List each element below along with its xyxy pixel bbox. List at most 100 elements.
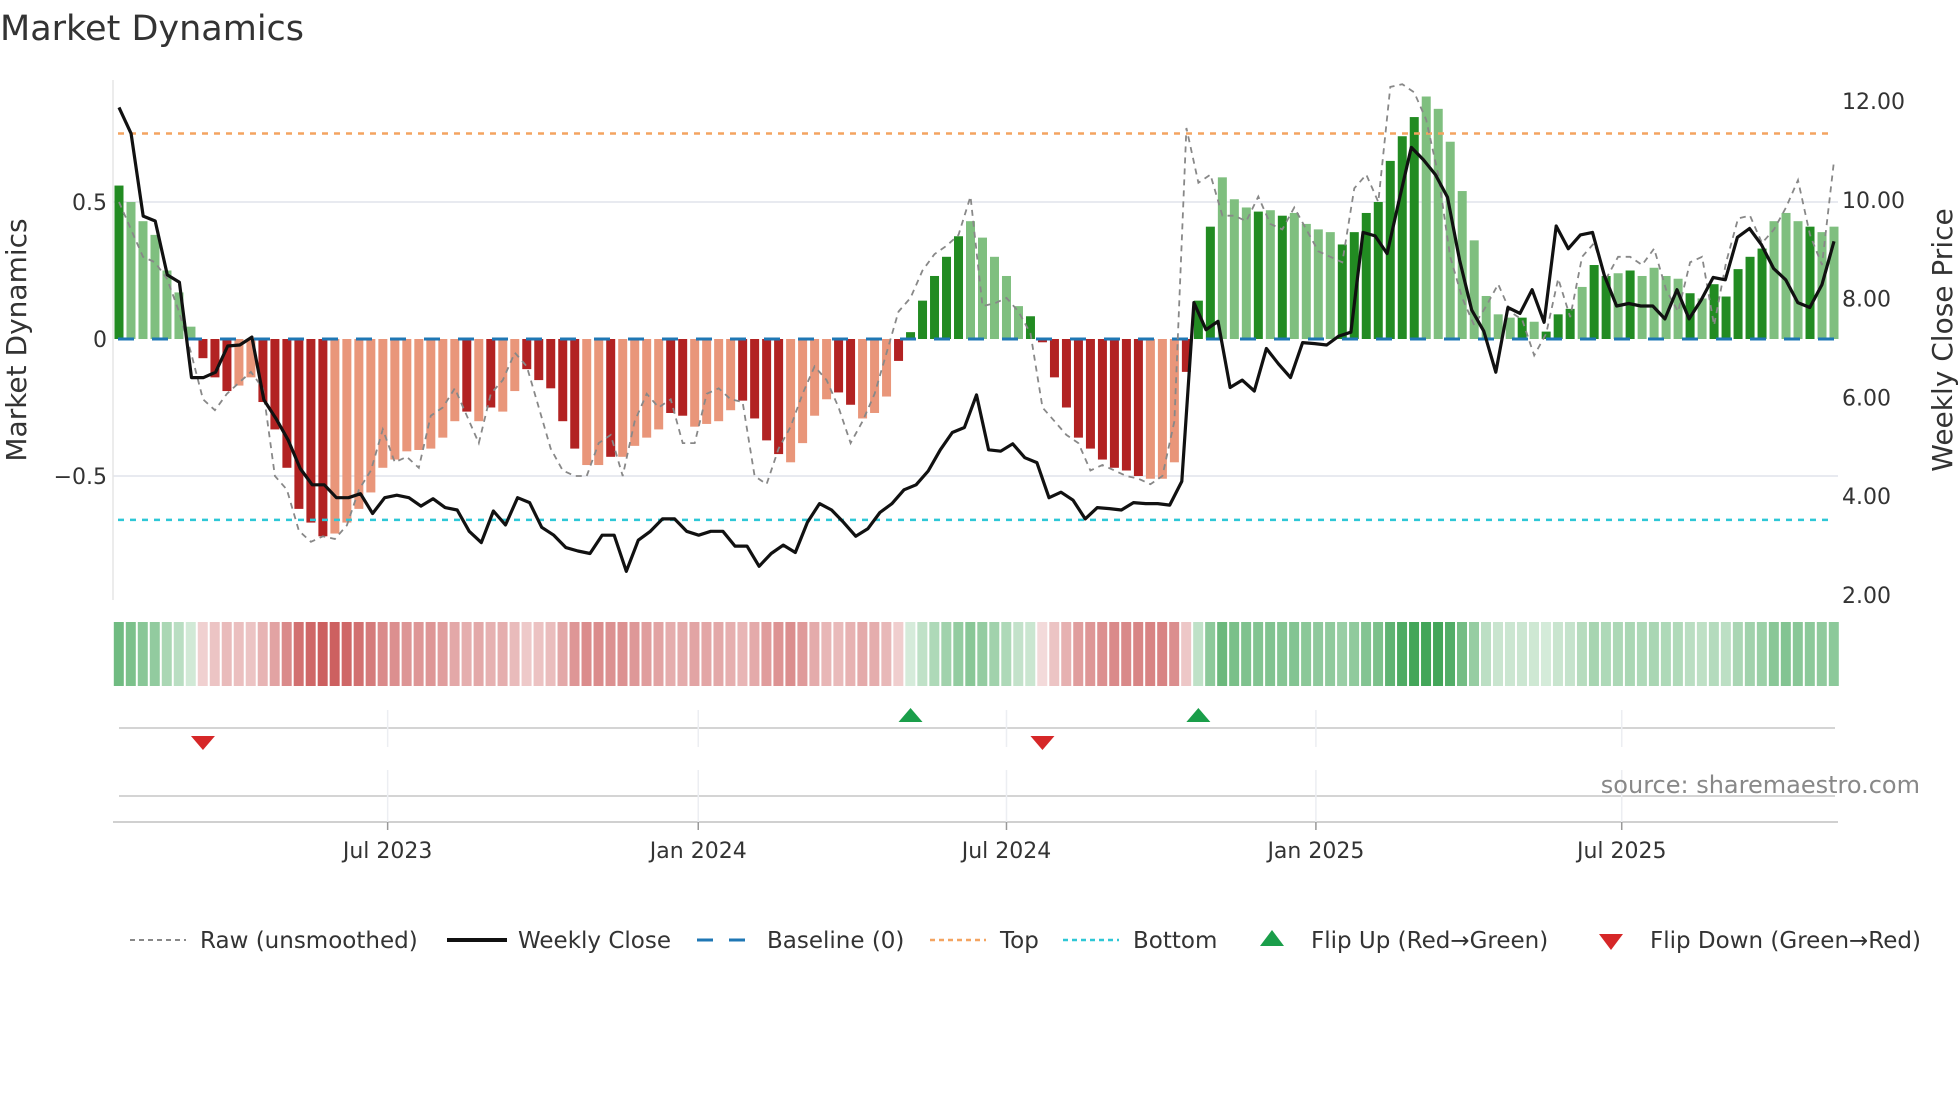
heat-cell [413,622,424,686]
dynamics-bar [1793,221,1803,339]
heat-cell [845,622,856,686]
heat-cell [1121,622,1132,686]
y2-tick-label: 12.00 [1842,90,1905,115]
heat-cell [1409,622,1420,686]
dynamics-bar [977,237,987,339]
dynamics-bar [834,339,844,393]
raw-line [118,83,1835,543]
dynamics-bar [750,339,760,419]
legend: Raw (unsmoothed) Weekly Close Baseline (0)… [130,928,1921,954]
heat-cell [1636,622,1647,686]
dynamics-bar [1529,321,1539,339]
heat-cell [881,622,892,686]
dynamics-bar [822,339,832,400]
heat-cell [1421,622,1432,686]
heat-cell [653,622,664,686]
heat-cell [1445,622,1456,686]
heat-cell [941,622,952,686]
heat-cell [1469,622,1480,686]
heat-cell [293,622,304,686]
dynamics-bar [426,339,436,449]
dynamics-bar [726,339,736,411]
y-tick-label: 0 [93,328,107,353]
dynamics-bar [702,339,712,424]
legend-label: Raw (unsmoothed) [200,928,418,954]
dynamics-bar [1001,275,1011,339]
heat-cell [377,622,388,686]
legend-label: Baseline (0) [767,928,904,954]
heat-cell [1133,622,1144,686]
y2-tick-label: 8.00 [1842,288,1891,313]
dynamics-bar [1121,339,1131,471]
dynamics-bar [582,339,592,466]
y-tick-label: 0.5 [72,191,107,216]
dynamics-bar [1085,339,1095,449]
heat-cell [1457,622,1468,686]
heat-cell [173,622,184,686]
heat-cell [281,622,292,686]
heat-cell [437,622,448,686]
y2-tick-label: 6.00 [1842,386,1891,411]
dynamics-bar [966,221,976,339]
heat-cell [1181,622,1192,686]
dynamics-bar [522,339,532,370]
heat-cell [533,622,544,686]
heat-cell [1720,622,1731,686]
heat-cell [353,622,364,686]
heat-cell [1025,622,1036,686]
heat-cell [905,622,916,686]
heat-cell [581,622,592,686]
heat-cell [1349,622,1360,686]
dynamics-bar [1253,211,1263,339]
dynamics-bar [1013,306,1023,339]
heat-cell [773,622,784,686]
market-dynamics-chart: Market Dynamics 0.5 0 −0.5 12.00 10.00 8.00 6.… [0,9,1959,954]
heat-cell [125,622,136,686]
heat-cell [605,622,616,686]
heat-cell [1588,622,1599,686]
heat-cell [1684,622,1695,686]
heat-cell [1804,622,1815,686]
dynamics-bar [1721,296,1731,339]
heat-cell [497,622,508,686]
heat-cell [857,622,868,686]
heat-cell [449,622,460,686]
heat-cell [833,622,844,686]
dynamics-bar [1769,221,1779,339]
heat-cell [1612,622,1623,686]
heat-cell [1373,622,1384,686]
heat-cell [917,622,928,686]
dynamics-bar [1145,339,1155,479]
heat-cell [1241,622,1252,686]
heat-cell [485,622,496,686]
reference-lines [118,132,1834,522]
y2-tick-label: 2.00 [1842,584,1891,609]
heat-cell [1385,622,1396,686]
heat-cell [1828,622,1839,686]
dynamics-bar [798,339,808,444]
flip-down-marker [1030,736,1055,750]
flip-up-marker [1186,708,1211,722]
dynamics-bar [918,300,928,339]
heat-cell [257,622,268,686]
heat-cell [509,622,520,686]
dynamics-bar [510,339,520,392]
heat-cell [1576,622,1587,686]
legend-label: Flip Up (Red→Green) [1311,928,1548,954]
dynamics-bar [930,275,940,339]
heat-cell [1600,622,1611,686]
dynamics-bar [690,339,700,427]
dynamics-bar [1073,339,1083,438]
heat-cell [1169,622,1180,686]
heat-cell [1708,622,1719,686]
heat-cell [1277,622,1288,686]
heat-cell [1768,622,1779,686]
heat-cell [245,622,256,686]
dynamics-bar [1277,215,1287,339]
flip-down-marker [190,736,215,750]
heat-cell [1660,622,1671,686]
heat-cell [545,622,556,686]
heat-cell [641,622,652,686]
dynamics-bar [762,339,772,441]
dynamics-bar [1505,317,1515,339]
